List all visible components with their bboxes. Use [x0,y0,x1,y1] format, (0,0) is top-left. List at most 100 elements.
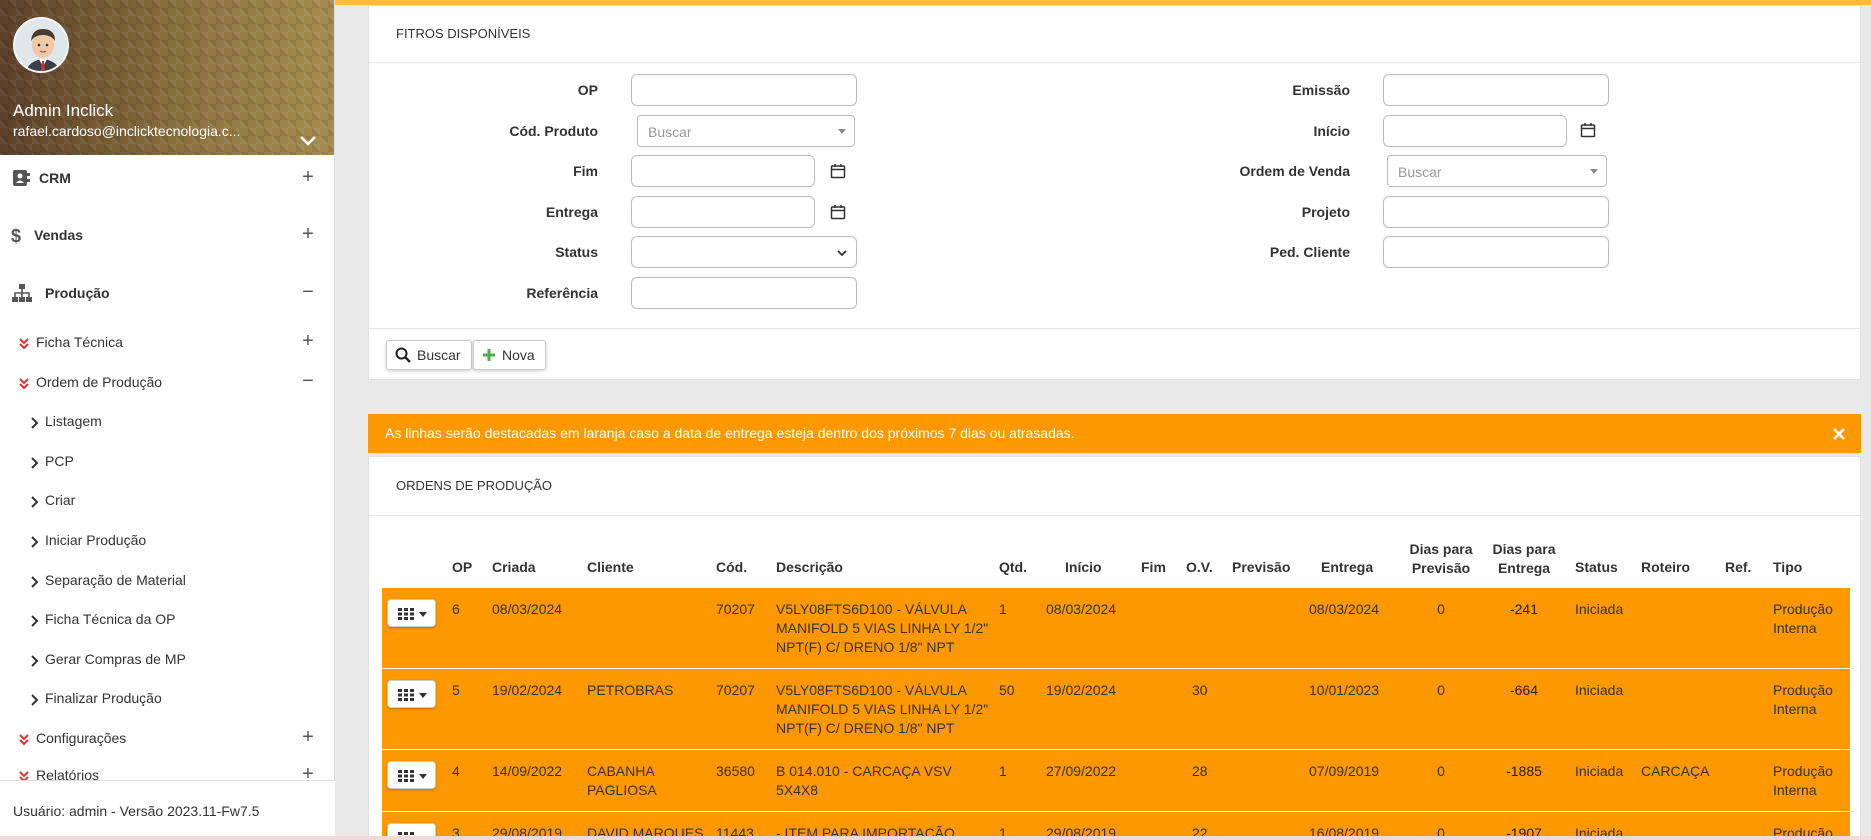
chevron-right-icon [31,417,39,429]
sidebar-item-relatorios[interactable]: Relatórios + [0,757,335,780]
grid-icon [398,608,414,620]
inicio-input[interactable] [1383,115,1567,147]
status-label: Status [555,244,598,260]
sidebar-item-label: Ficha Técnica da OP [45,611,176,627]
emissao-input[interactable] [1383,74,1609,106]
tipo-line: Produção [1773,601,1833,617]
calendar-icon[interactable] [1580,122,1596,138]
orders-title: ORDENS DE PRODUÇÃO [396,478,553,493]
minus-icon[interactable]: − [300,281,316,303]
divider [369,62,1860,63]
col-header-entrega[interactable]: Entrega [1321,559,1373,575]
close-icon[interactable] [1832,427,1846,441]
chevron-right-icon [31,496,39,508]
sidebar-item-iniciar-producao[interactable]: Iniciar Produção [0,522,335,558]
col-header-cliente[interactable]: Cliente [587,559,634,575]
cell-inicio: 08/03/2024 [1046,601,1117,617]
caret-down-icon [1590,169,1598,174]
cell-dias-previsao: 0 [1437,601,1445,617]
col-header-previsao[interactable]: Previsão [1232,559,1290,575]
sidebar-item-crm[interactable]: CRM + [0,160,335,196]
table-row[interactable]: 6 08/03/2024 70207 V5LY08FTS6D100 - VÁLV… [382,588,1850,669]
sidebar-item-pcp[interactable]: PCP [0,443,335,479]
op-input[interactable] [631,74,857,106]
calendar-icon[interactable] [830,204,846,220]
sidebar-item-ficha-tecnica[interactable]: Ficha Técnica + [0,324,335,360]
bottom-edge [0,836,1871,840]
tipo-line: Produção [1773,763,1833,779]
cell-dias-entrega: -1885 [1506,763,1542,779]
cell-entrega: 07/09/2019 [1309,763,1380,779]
col-header-inicio[interactable]: Início [1065,559,1102,575]
nova-button[interactable]: Nova [473,340,546,370]
caret-down-icon [419,612,427,617]
caret-down-icon [419,693,427,698]
chevron-down-icon[interactable] [297,131,319,149]
sidebar-item-producao[interactable]: Produção − [0,275,335,311]
sidebar-item-listagem[interactable]: Listagem [0,403,335,439]
table-row[interactable]: 5 19/02/2024 PETROBRAS 70207 V5LY08FTS6D… [382,669,1850,750]
projeto-input[interactable] [1383,196,1609,228]
fim-input[interactable] [631,155,815,187]
row-actions-button[interactable] [387,680,436,708]
chevron-right-icon [31,457,39,469]
entrega-input[interactable] [631,196,815,228]
desc-line: MANIFOLD 5 VIAS LINHA LY 1/2" [776,701,989,717]
sidebar-item-configuracoes[interactable]: Configurações + [0,720,335,756]
col-header-criada[interactable]: Criada [492,559,536,575]
desc-line: MANIFOLD 5 VIAS LINHA LY 1/2" [776,620,989,636]
cell-qtd: 1 [999,601,1007,617]
col-header-status[interactable]: Status [1575,559,1618,575]
col-header-tipo[interactable]: Tipo [1773,559,1802,575]
plus-icon[interactable]: + [300,330,316,352]
plus-icon[interactable]: + [300,166,316,188]
sidebar-item-vendas[interactable]: $ Vendas + [0,217,335,253]
dollar-icon: $ [11,226,21,245]
col-header-dias-previsao[interactable]: Dias para Previsão [1406,540,1476,578]
sidebar-item-finalizar-producao[interactable]: Finalizar Produção [0,680,335,716]
cell-dias-entrega: -664 [1509,682,1539,698]
buscar-button[interactable]: Buscar [386,340,472,370]
plus-icon[interactable]: + [300,763,316,780]
cell-inicio: 19/02/2024 [1046,682,1117,698]
caret-down-icon [838,129,846,134]
col-header-ref[interactable]: Ref. [1725,559,1751,575]
referencia-input[interactable] [631,277,857,309]
col-header-fim[interactable]: Fim [1141,559,1166,575]
plus-icon[interactable]: + [300,223,316,245]
calendar-icon[interactable] [830,163,846,179]
filters-panel: FITROS DISPONÍVEIS OP Cód. Produto Busca… [368,5,1861,380]
sidebar-item-gerar-compras[interactable]: Gerar Compras de MP [0,641,335,677]
buscar-label: Buscar [417,347,461,363]
user-version-text: Usuário: admin - Versão 2023.11-Fw7.5 [13,803,260,819]
col-header-op[interactable]: OP [452,559,472,575]
filters-title: FITROS DISPONÍVEIS [396,26,531,41]
col-header-descricao[interactable]: Descrição [776,559,843,575]
col-header-ov[interactable]: O.V. [1186,559,1213,575]
minus-icon[interactable]: − [300,370,316,392]
sidebar-item-separacao-material[interactable]: Separação de Material [0,562,335,598]
table-row[interactable]: 4 14/09/2022 CABANHA PAGLIOSA 36580 B 01… [382,750,1850,812]
status-select[interactable] [631,236,857,268]
col-header-roteiro[interactable]: Roteiro [1641,559,1690,575]
cod-produto-select[interactable]: Buscar [637,115,855,147]
ped-cliente-input[interactable] [1383,236,1609,268]
divider [369,328,1860,329]
header-line: Dias para [1492,541,1556,557]
ordem-venda-select[interactable]: Buscar [1387,155,1607,187]
row-actions-button[interactable] [387,599,436,627]
sidebar-item-criar[interactable]: Criar [0,482,335,518]
sidebar-item-label: Configurações [36,730,127,746]
col-header-cod[interactable]: Cód. [716,559,747,575]
sidebar-item-ordem-producao[interactable]: Ordem de Produção − [0,364,335,400]
referencia-label: Referência [526,285,598,301]
chevron-right-icon [31,615,39,627]
avatar[interactable] [13,17,69,73]
col-header-qtd[interactable]: Qtd. [999,559,1027,575]
col-header-dias-entrega[interactable]: Dias para Entrega [1489,540,1559,578]
sidebar-item-ficha-tecnica-op[interactable]: Ficha Técnica da OP [0,601,335,637]
cell-entrega: 10/01/2023 [1309,682,1380,698]
plus-icon[interactable]: + [300,726,316,748]
cell-ov: 30 [1192,682,1208,698]
row-actions-button[interactable] [387,761,436,789]
